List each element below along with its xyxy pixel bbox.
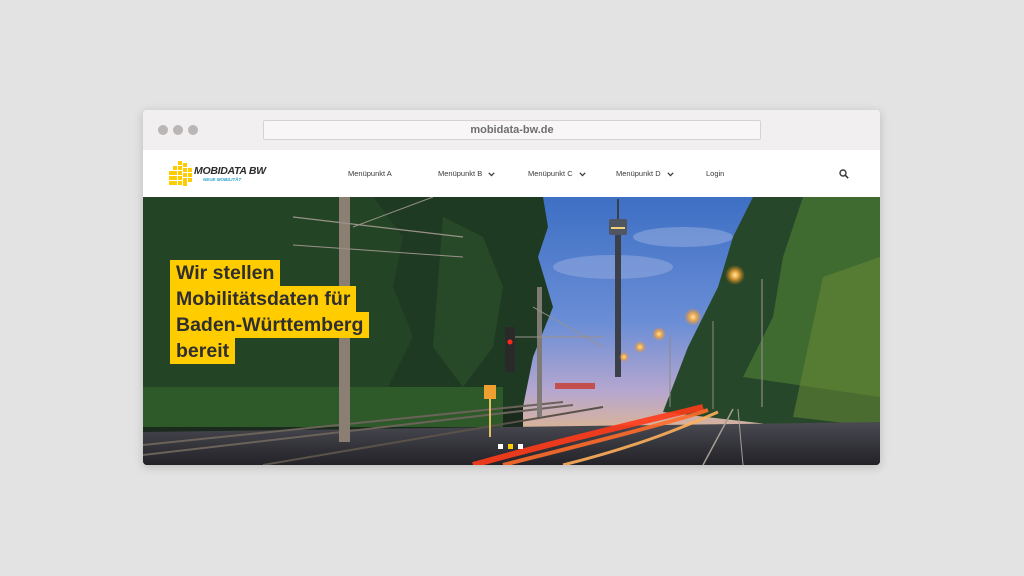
search-icon[interactable] xyxy=(839,169,849,179)
slider-dot-active[interactable] xyxy=(508,444,513,449)
nav-item-a[interactable]: Menüpunkt A xyxy=(348,150,392,197)
hero-headline-line: bereit xyxy=(170,338,236,364)
hero-headline-line: Baden-Württemberg xyxy=(170,312,370,338)
site-logo[interactable]: MOBIDATA BW NEUE MOBILITÄT xyxy=(169,160,269,187)
nav-item-b[interactable]: Menüpunkt B xyxy=(438,150,495,197)
chevron-down-icon xyxy=(579,171,586,176)
nav-item-label: Menüpunkt D xyxy=(616,169,661,178)
logo-mark-icon xyxy=(169,161,192,186)
nav-item-label: Menüpunkt C xyxy=(528,169,573,178)
chevron-down-icon xyxy=(488,171,495,176)
nav-item-login[interactable]: Login xyxy=(706,150,724,197)
browser-chrome: mobidata-bw.de xyxy=(143,110,880,151)
browser-window: mobidata-bw.de MOBIDATA BW NEUE MOBILITÄ… xyxy=(143,110,880,465)
nav-item-d[interactable]: Menüpunkt D xyxy=(616,150,674,197)
window-maximize-dot[interactable] xyxy=(188,125,198,135)
nav-item-label: Menüpunkt A xyxy=(348,169,392,178)
address-bar[interactable]: mobidata-bw.de xyxy=(263,120,761,140)
slider-dot[interactable] xyxy=(498,444,503,449)
hero-headline-line: Mobilitätsdaten für xyxy=(170,286,357,312)
hero-banner: Wir stellen Mobilitätsdaten für Baden-Wü… xyxy=(143,197,880,465)
hero-headline: Wir stellen Mobilitätsdaten für Baden-Wü… xyxy=(170,260,430,364)
logo-subtitle: NEUE MOBILITÄT xyxy=(203,177,242,182)
site-header: MOBIDATA BW NEUE MOBILITÄT Menüpunkt A M… xyxy=(143,150,880,197)
nav-item-label: Login xyxy=(706,169,725,178)
logo-wordmark: MOBIDATA BW xyxy=(194,165,266,177)
chevron-down-icon xyxy=(667,171,674,176)
window-minimize-dot[interactable] xyxy=(173,125,183,135)
hero-headline-line: Wir stellen xyxy=(170,260,281,286)
nav-item-label: Menüpunkt B xyxy=(438,169,483,178)
nav-item-c[interactable]: Menüpunkt C xyxy=(528,150,586,197)
slider-dot[interactable] xyxy=(518,444,523,449)
window-close-dot[interactable] xyxy=(158,125,168,135)
